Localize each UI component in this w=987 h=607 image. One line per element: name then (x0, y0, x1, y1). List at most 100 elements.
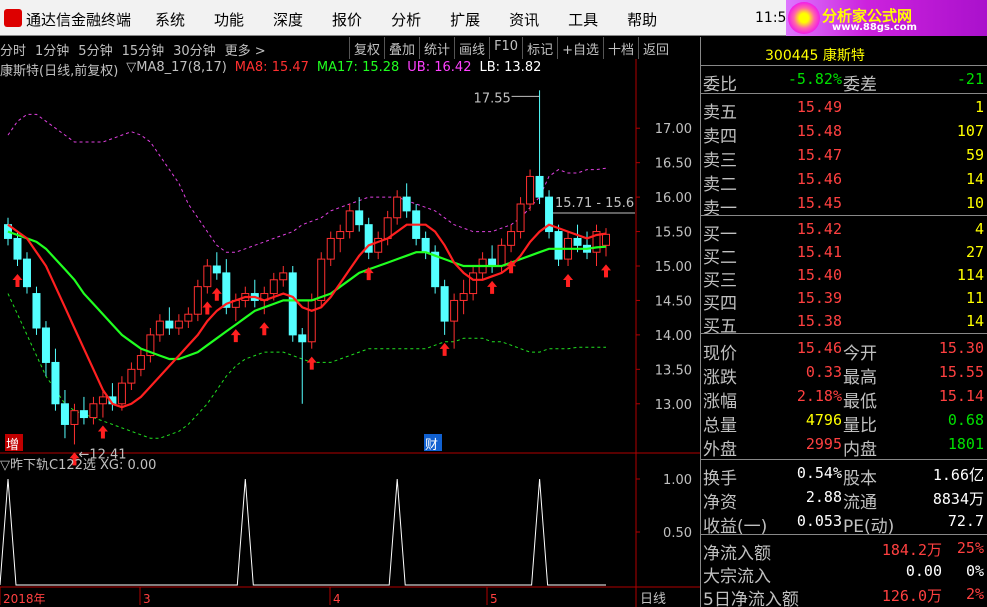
candle-body (602, 233, 610, 246)
flow-pct: 0% (965, 562, 984, 580)
price-tick-label: 16.00 (655, 191, 692, 206)
sell-level[interactable]: 卖四 15.48 107 (701, 120, 987, 147)
fundamental-row-v1: 0.053 (796, 512, 842, 530)
kline-chart[interactable]: 17.00 16.50 16.00 15.50 15.00 14.50 14.00 13.50… (0, 0, 700, 607)
stat-row-lbl2: 内盘 (843, 440, 877, 460)
candle-body (89, 403, 98, 419)
candle-body (165, 320, 174, 329)
ma8-line (7, 223, 607, 409)
buy-level[interactable]: 买五 15.38 14 (701, 310, 987, 337)
divider (701, 333, 987, 334)
divider (701, 459, 987, 460)
buy-arrow-icon (12, 274, 23, 287)
candle-body (573, 237, 582, 246)
candle-body (79, 410, 88, 419)
candle-body (516, 203, 525, 233)
fundamental-row-v1: 2.88 (805, 488, 842, 506)
weibi-value: -5.82% (787, 70, 842, 88)
stat-row-lbl: 外盘 (703, 440, 737, 460)
stat-row: 总量 4796 量比 0.68 (701, 409, 987, 436)
high-price-label: 17.55 (474, 91, 511, 106)
weicha-value: -21 (956, 70, 984, 88)
candle-body (155, 320, 164, 336)
brand-watermark: 分析家公式网 www.88gs.com (786, 0, 987, 36)
stat-row-v2: 15.55 (938, 363, 984, 381)
candle-body (212, 265, 221, 274)
date-tick-label: 3 (143, 592, 151, 606)
buy-level-volume: 114 (956, 266, 984, 284)
divider (701, 65, 987, 66)
cai-tag: 财 (425, 438, 438, 453)
flow-row: 净流入额 184.2万 25% (701, 537, 987, 564)
flow-value: 0.00 (905, 562, 942, 580)
price-tick-label: 16.50 (655, 157, 692, 172)
fundamental-row: 收益(一) 0.053 PE(动) 72.7 (701, 510, 987, 537)
sell-level[interactable]: 卖一 15.45 10 (701, 192, 987, 219)
fundamental-row-v2: 1.66亿 (932, 466, 984, 484)
buy-level-volume: 27 (965, 243, 984, 261)
price-tick-label: 13.00 (655, 398, 692, 413)
sell-level[interactable]: 卖三 15.47 59 (701, 144, 987, 171)
candle-body (440, 286, 449, 322)
price-tick-label: 14.00 (655, 329, 692, 344)
candle-body (554, 231, 563, 260)
candle-body (184, 313, 193, 322)
buy-level-volume: 4 (974, 220, 984, 238)
sell-level-price: 15.45 (796, 194, 842, 212)
candle-body (345, 210, 354, 233)
stat-row-v2: 1801 (947, 435, 984, 453)
date-tick-label: 5 (490, 592, 498, 606)
date-tick-label: 4 (333, 592, 341, 606)
ma17-line (7, 230, 607, 361)
buy-level-price: 15.40 (796, 266, 842, 284)
stat-row: 涨跌 0.33 最高 15.55 (701, 361, 987, 388)
candle-body (22, 258, 31, 288)
buy-arrow-icon (439, 342, 450, 356)
sell-level-price: 15.48 (796, 122, 842, 140)
buy-level[interactable]: 买二 15.41 27 (701, 241, 987, 268)
candle-body (298, 334, 307, 343)
candle-body (174, 320, 183, 329)
buy-level[interactable]: 买一 15.42 4 (701, 218, 987, 245)
fundamental-row: 换手 0.54% 股本 1.66亿 (701, 462, 987, 489)
candle-body (393, 196, 402, 219)
brand-url: www.88gs.com (832, 22, 917, 33)
stat-row-v1: 2.18% (796, 387, 842, 405)
buy-arrow-icon (306, 356, 317, 370)
candle-body (307, 299, 316, 343)
sell-level-price: 15.49 (796, 98, 842, 116)
stat-row-v1: 4796 (805, 411, 842, 429)
stat-row-v2: 15.14 (938, 387, 984, 405)
flow-row: 5日净流入额 126.0万 2% (701, 583, 987, 607)
buy-arrow-icon (563, 274, 574, 287)
candle-body (421, 237, 430, 253)
buy-level-price: 15.38 (796, 312, 842, 330)
candle-body (13, 237, 22, 260)
price-tick-label: 17.00 (655, 122, 692, 137)
flow-value: 184.2万 (881, 541, 942, 559)
candle-body (41, 327, 50, 363)
buy-level[interactable]: 买四 15.39 11 (701, 287, 987, 314)
stat-row-v2: 0.68 (947, 411, 984, 429)
fundamental-row-v2: 72.7 (947, 512, 984, 530)
buy-level[interactable]: 买三 15.40 114 (701, 264, 987, 291)
buy-level-volume: 14 (965, 312, 984, 330)
candle-body (526, 175, 535, 205)
stat-row: 涨幅 2.18% 最低 15.14 (701, 385, 987, 412)
sub-tick-label: 0.50 (663, 526, 692, 541)
period-label: 日线 (640, 592, 666, 607)
stat-row-v1: 0.33 (805, 363, 842, 381)
stat-row: 现价 15.46 今开 15.30 (701, 337, 987, 364)
zeng-tag: 增 (6, 438, 19, 453)
lower-band-line (7, 293, 606, 439)
sell-level-price: 15.47 (796, 146, 842, 164)
weicha-label: 委差 (843, 75, 877, 95)
buy-arrow-icon (259, 322, 270, 336)
stock-code: 300445 康斯特 (765, 48, 865, 64)
sell-level[interactable]: 卖二 15.46 14 (701, 168, 987, 195)
flow-label: 5日净流入额 (703, 590, 799, 607)
candle-body (193, 286, 202, 315)
sub-tick-label: 1.00 (663, 473, 692, 488)
sell-level[interactable]: 卖五 15.49 1 (701, 96, 987, 123)
stat-row-v2: 15.30 (938, 339, 984, 357)
